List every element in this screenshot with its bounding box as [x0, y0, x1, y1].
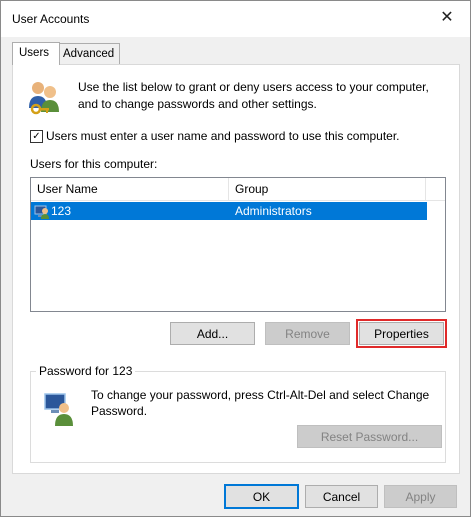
- tab-users[interactable]: Users: [12, 42, 60, 65]
- users-list[interactable]: User Name Group 123 Administrators: [30, 177, 446, 312]
- title-bar[interactable]: User Accounts ✕: [1, 1, 470, 37]
- remove-button[interactable]: Remove: [265, 322, 350, 345]
- reset-password-button[interactable]: Reset Password...: [297, 425, 442, 448]
- users-list-label: Users for this computer:: [30, 157, 158, 171]
- user-accounts-dialog: User Accounts ✕ Users Advanced Use the l…: [0, 0, 471, 517]
- password-group-caption: Password for 123: [36, 364, 136, 378]
- close-icon: ✕: [440, 9, 454, 26]
- users-tab-panel: Use the list below to grant or deny user…: [12, 64, 460, 474]
- column-header-group[interactable]: Group: [229, 178, 426, 200]
- close-button[interactable]: ✕: [424, 1, 470, 33]
- users-keys-icon: [29, 82, 59, 115]
- column-header-user-name[interactable]: User Name: [31, 178, 229, 200]
- user-name-cell: 123: [51, 204, 72, 218]
- window-title: User Accounts: [12, 12, 90, 26]
- user-group-cell: Administrators: [235, 204, 312, 218]
- require-login-label: Users must enter a user name and passwor…: [46, 129, 400, 143]
- cancel-button[interactable]: Cancel: [305, 485, 378, 508]
- user-monitor-icon: [44, 393, 73, 426]
- users-list-header: User Name Group: [31, 178, 445, 201]
- password-instructions: To change your password, press Ctrl-Alt-…: [91, 388, 430, 418]
- apply-button[interactable]: Apply: [384, 485, 457, 508]
- checkmark-icon: ✓: [32, 130, 41, 142]
- properties-button[interactable]: Properties: [356, 319, 447, 348]
- require-login-row[interactable]: ✓ Users must enter a user name and passw…: [30, 129, 400, 143]
- user-icon: [34, 205, 49, 219]
- require-login-checkbox[interactable]: ✓: [30, 129, 43, 143]
- ok-button[interactable]: OK: [224, 484, 299, 509]
- tab-advanced[interactable]: Advanced: [56, 43, 120, 64]
- list-item[interactable]: 123 Administrators: [31, 202, 427, 220]
- password-group: Password for 123 To change your password…: [30, 364, 446, 463]
- intro-text: Use the list below to grant or deny user…: [78, 80, 429, 111]
- add-button[interactable]: Add...: [170, 322, 255, 345]
